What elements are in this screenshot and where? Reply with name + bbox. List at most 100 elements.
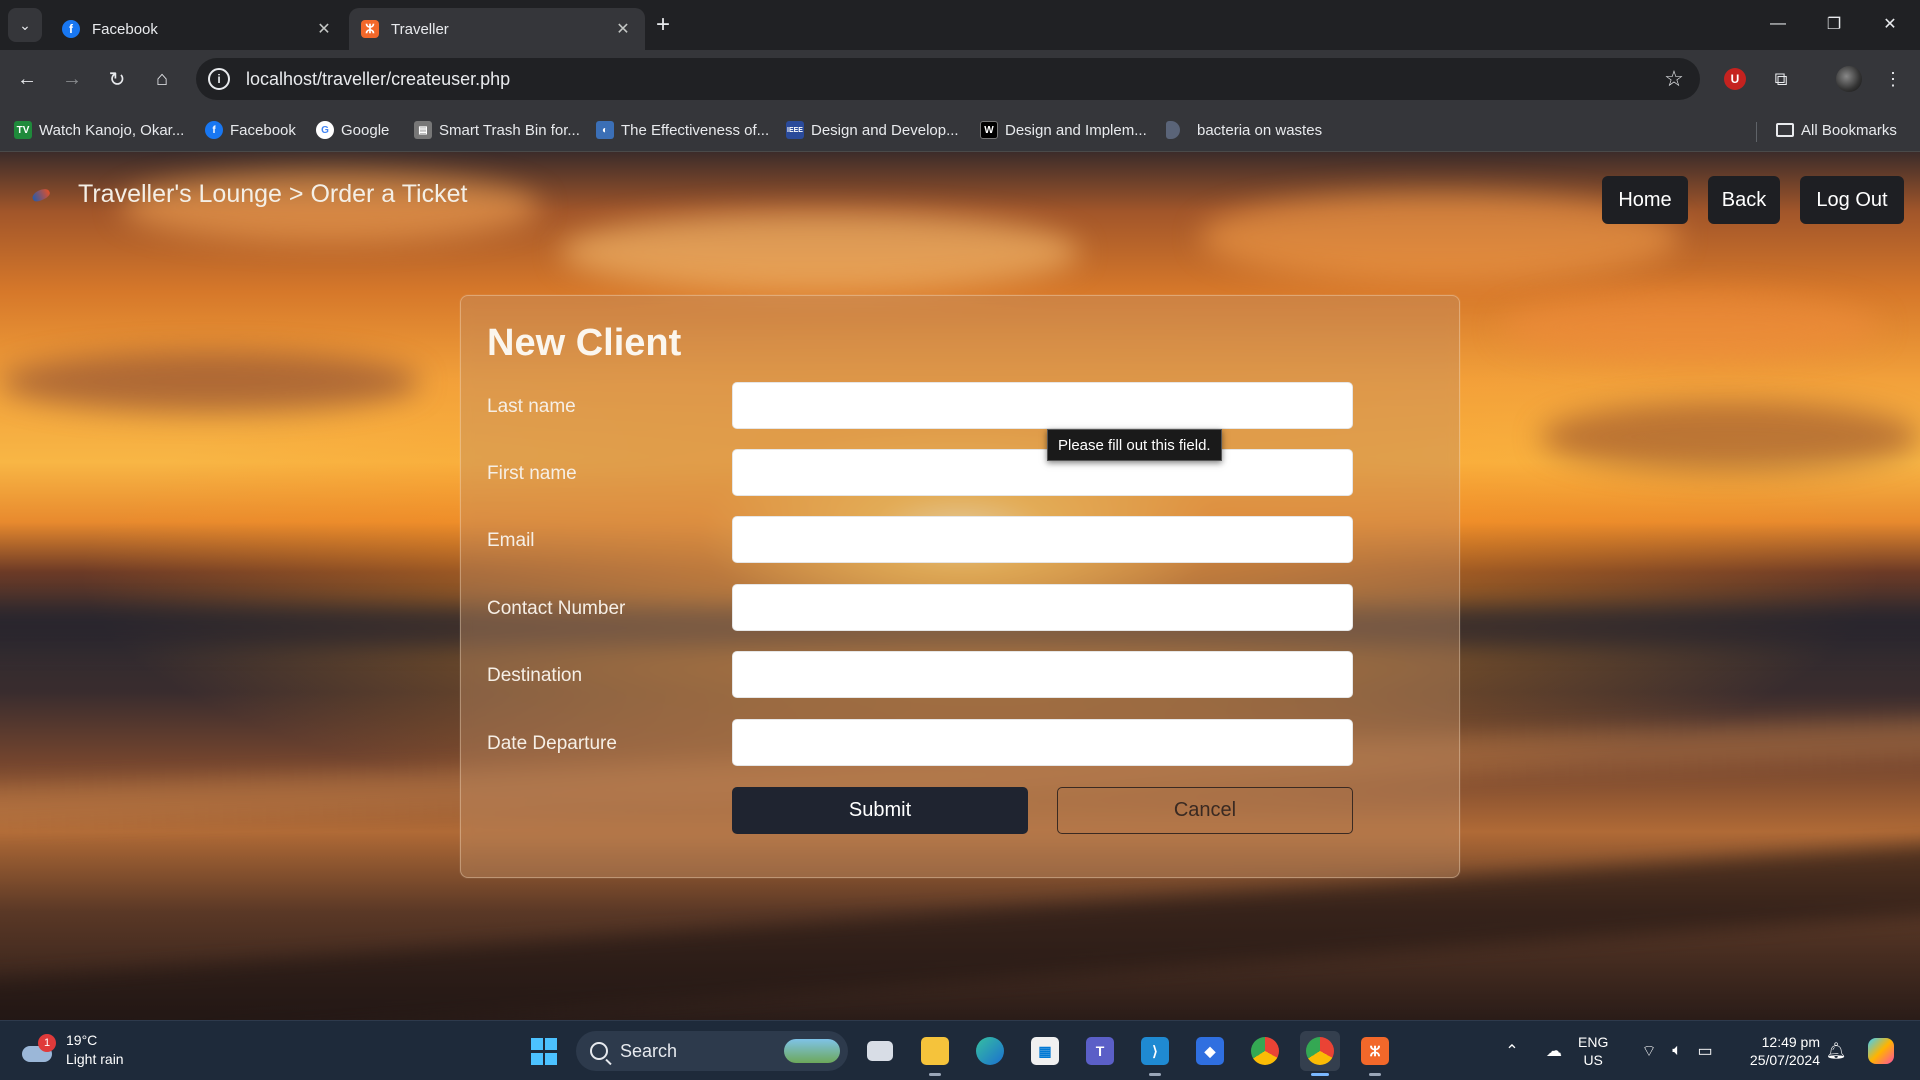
bookmark-item[interactable]: ◐ The Effectiveness of...	[596, 118, 769, 142]
back-nav-button[interactable]: Back	[1708, 176, 1780, 224]
profile-button[interactable]	[1834, 64, 1864, 94]
store-button[interactable]: ▦	[1025, 1031, 1065, 1071]
minimize-button[interactable]: —	[1750, 0, 1806, 48]
cloud-error-icon: ☁	[1546, 1043, 1562, 1060]
taskbar-search[interactable]: Search	[576, 1031, 848, 1071]
bookmark-item[interactable]: G Google	[316, 118, 389, 142]
battery-button[interactable]: ▭	[1692, 1021, 1718, 1080]
search-label: Search	[620, 1040, 678, 1061]
close-icon[interactable]: ✕	[314, 19, 334, 39]
volume-button[interactable]: 🔈︎	[1664, 1021, 1690, 1080]
globe-icon: ◐	[596, 121, 614, 139]
chrome-profile-button[interactable]	[1300, 1031, 1340, 1076]
home-button[interactable]: ⌂	[145, 62, 179, 96]
back-button[interactable]: ←	[10, 62, 44, 96]
start-button[interactable]	[524, 1031, 564, 1071]
chrome-icon	[1251, 1037, 1279, 1065]
browser-tab-bar: ⌄ f Facebook ✕ ⵣ Traveller ✕ + — ❐ ✕	[0, 0, 1920, 50]
restore-button[interactable]: ❐	[1806, 0, 1862, 48]
language-indicator[interactable]: ENG US	[1578, 1033, 1608, 1069]
edge-button[interactable]	[970, 1031, 1010, 1071]
address-bar[interactable]: i localhost/traveller/createuser.php ☆	[196, 58, 1700, 100]
home-nav-button[interactable]: Home	[1602, 176, 1688, 224]
weather-widget[interactable]: 1 19°C Light rain	[20, 1031, 124, 1069]
clock[interactable]: 12:49 pm 25/07/2024	[1732, 1033, 1820, 1069]
site-brand[interactable]: Traveller's Lounge > Order a Ticket	[30, 180, 467, 209]
xampp-icon: ⵣ	[1361, 1037, 1389, 1065]
bookmark-item[interactable]: TV Watch Kanojo, Okar...	[14, 118, 184, 142]
copilot-button[interactable]	[1864, 1021, 1898, 1080]
onedrive-button[interactable]: ☁	[1540, 1021, 1568, 1080]
first-name-label: First name	[487, 463, 577, 484]
bookmark-item[interactable]: IEEE Design and Develop...	[786, 118, 959, 142]
reload-button[interactable]: ↻	[100, 62, 134, 96]
bookmark-item[interactable]: bacteria on wastes	[1166, 118, 1322, 142]
windows-taskbar: 1 19°C Light rain Search ▦ T ⟩ ◆ ⵣ ⌃ ☁ E…	[0, 1020, 1920, 1080]
bookmark-item[interactable]: ▤ Smart Trash Bin for...	[414, 118, 580, 142]
logout-nav-button[interactable]: Log Out	[1800, 176, 1904, 224]
last-name-input[interactable]	[732, 382, 1353, 429]
bookmark-label: Watch Kanojo, Okar...	[39, 121, 185, 139]
task-view-button[interactable]	[860, 1031, 900, 1071]
ublock-extension-button[interactable]: U	[1720, 64, 1750, 94]
bookmark-item[interactable]: W Design and Implem...	[980, 118, 1147, 142]
close-icon[interactable]: ✕	[613, 19, 633, 39]
vscode-button[interactable]: ⟩	[1135, 1031, 1175, 1076]
extensions-button[interactable]: ⧉	[1766, 64, 1796, 94]
notifications-button[interactable]: 🔔︎	[1822, 1021, 1850, 1080]
tab-search-button[interactable]: ⌄	[8, 8, 42, 42]
first-name-input[interactable]	[732, 449, 1353, 496]
ublock-icon: U	[1724, 68, 1746, 90]
form-title: New Client	[487, 322, 682, 364]
bookmark-label: Google	[341, 121, 390, 139]
all-bookmarks-button[interactable]: All Bookmarks	[1776, 118, 1897, 142]
menu-button[interactable]: ⋮	[1878, 64, 1908, 94]
wifi-button[interactable]: ⌔	[1636, 1021, 1662, 1080]
bookmark-item[interactable]: f Facebook	[205, 118, 296, 142]
speaker-icon: 🔈︎	[1672, 1042, 1682, 1059]
tab-facebook[interactable]: f Facebook ✕	[50, 8, 346, 50]
arrow-left-icon: ←	[17, 67, 37, 90]
chrome-icon	[1306, 1037, 1334, 1065]
facebook-icon: f	[62, 20, 80, 38]
folder-icon	[921, 1037, 949, 1065]
destination-label: Destination	[487, 665, 583, 686]
tab-traveller[interactable]: ⵣ Traveller ✕	[349, 8, 645, 50]
date-departure-input[interactable]	[732, 719, 1353, 766]
browser-toolbar: ← → ↻ ⌂ i localhost/traveller/createuser…	[0, 50, 1920, 108]
validation-tooltip: Please fill out this field.	[1047, 429, 1222, 461]
forward-button[interactable]: →	[55, 62, 89, 96]
email-input[interactable]	[732, 516, 1353, 563]
arrow-right-icon: →	[62, 67, 82, 90]
teams-button[interactable]: T	[1080, 1031, 1120, 1071]
vscode-icon: ⟩	[1141, 1037, 1169, 1065]
close-window-button[interactable]: ✕	[1862, 0, 1918, 48]
submit-button[interactable]: Submit	[732, 787, 1028, 834]
destination-input[interactable]	[732, 651, 1353, 698]
file-explorer-button[interactable]	[915, 1031, 955, 1076]
xampp-button[interactable]: ⵣ	[1355, 1031, 1395, 1076]
avatar	[1836, 66, 1862, 92]
tab-title: Traveller	[391, 20, 449, 38]
cloud-decoration	[1540, 402, 1920, 472]
chrome-button[interactable]	[1245, 1031, 1285, 1071]
plus-icon: +	[655, 11, 670, 38]
contact-number-input[interactable]	[732, 584, 1353, 631]
app-button[interactable]: ◆	[1190, 1031, 1230, 1071]
folder-icon	[1776, 123, 1794, 137]
cancel-button[interactable]: Cancel	[1057, 787, 1353, 834]
show-hidden-icons-button[interactable]: ⌃	[1500, 1021, 1524, 1080]
battery-icon: ▭	[1697, 1043, 1713, 1060]
contact-number-label: Contact Number	[487, 598, 626, 619]
chevron-down-icon: ⌄	[19, 16, 31, 33]
more-vert-icon: ⋮	[1884, 68, 1902, 89]
notification-badge: 1	[38, 1034, 56, 1052]
google-icon: G	[316, 121, 334, 139]
bookmark-label: The Effectiveness of...	[621, 121, 770, 139]
reload-icon: ↻	[108, 68, 126, 91]
site-info-icon[interactable]: i	[208, 68, 230, 90]
xampp-icon: ⵣ	[361, 20, 379, 38]
url-text[interactable]: localhost/traveller/createuser.php	[246, 69, 1656, 90]
bookmark-star-icon[interactable]: ☆	[1656, 66, 1692, 92]
new-tab-button[interactable]: +	[650, 11, 676, 38]
